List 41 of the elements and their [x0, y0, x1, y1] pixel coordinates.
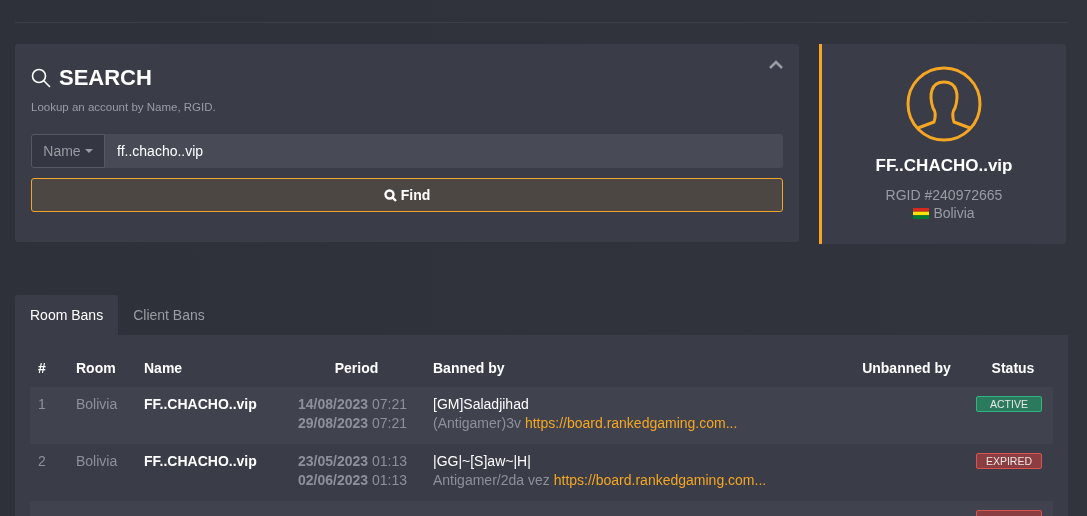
column-header: Name — [143, 360, 183, 376]
status-badge: ACTIVE — [976, 396, 1042, 412]
ban-link[interactable]: https://board.rankedgaming.com... — [524, 415, 738, 431]
room-cell-text: Bolivia — [75, 396, 119, 412]
column-header: Status — [990, 360, 1035, 376]
room-cell-text: Bolivia — [75, 453, 119, 469]
row-number: 2 — [37, 453, 47, 469]
search-icon — [31, 68, 51, 88]
period-start: 14/08/2023 07:21 — [298, 396, 407, 412]
column-header: # — [37, 360, 46, 376]
ban-reason: Antigamer/2da vez — [433, 472, 550, 488]
search-title: SEARCH — [59, 65, 152, 91]
player-rgid: RGID #240972665 — [885, 187, 1003, 203]
player-country: Bolivia — [933, 205, 975, 221]
column-header: Unbanned by — [861, 360, 951, 376]
ban-reason: (Antigamer)3v — [433, 415, 521, 431]
find-button[interactable]: Find — [31, 178, 783, 212]
status-badge: EXPIRED — [976, 453, 1042, 469]
banned-by-name: |GG|~[S]aw~|H| — [433, 453, 532, 469]
name-cell-text: FF..CHACHO..vip — [143, 453, 258, 469]
search-icon — [383, 188, 397, 202]
name-cell-text: FF..CHACHO..vip — [143, 396, 258, 412]
column-header: Period — [333, 360, 379, 376]
search-field[interactable]: ff..chacho..vip — [105, 134, 783, 168]
row-number: 1 — [37, 396, 47, 412]
chevron-up-icon[interactable] — [769, 60, 783, 69]
tab[interactable]: Room Bans — [15, 295, 119, 335]
ban-link[interactable]: https://board.rankedgaming.com... — [553, 472, 767, 488]
player-name: FF..CHACHO..vip — [875, 156, 1013, 176]
column-header: Room — [75, 360, 116, 376]
period-start: 23/05/2023 01:13 — [298, 453, 407, 469]
search-description: Lookup an account by Name, RGID. — [31, 101, 217, 113]
tab[interactable]: Client Bans — [118, 295, 220, 335]
column-header: Banned by — [432, 360, 505, 376]
banned-by-name: [GM]Saladjihad — [433, 396, 530, 412]
avatar-icon — [906, 66, 982, 142]
period-end: 02/06/2023 01:13 — [298, 472, 407, 488]
caret-icon — [84, 149, 93, 153]
period-end: 29/08/2023 07:21 — [298, 415, 407, 431]
search-type-dropdown[interactable]: Name — [31, 134, 105, 168]
flag-icon — [913, 207, 930, 219]
